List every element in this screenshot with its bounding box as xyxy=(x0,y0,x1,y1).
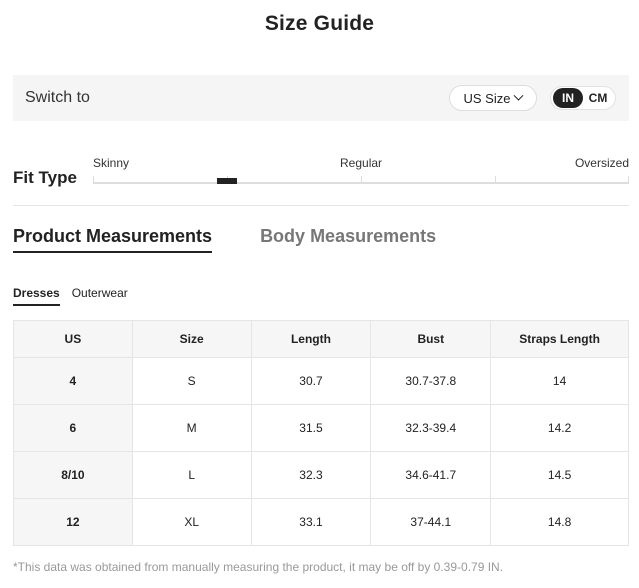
fit-scale-labels: Skinny Regular Oversized xyxy=(93,156,629,172)
fit-scale-tick xyxy=(495,176,496,184)
table-row: 6 M 31.5 32.3-39.4 14.2 xyxy=(13,404,629,452)
table-row: 12 XL 33.1 37-44.1 14.8 xyxy=(13,498,629,546)
unit-in-button[interactable]: IN xyxy=(553,88,583,108)
tab-body-measurements[interactable]: Body Measurements xyxy=(260,226,436,253)
column-header: US xyxy=(13,320,133,358)
fit-option-skinny: Skinny xyxy=(93,156,130,170)
table-cell: 14 xyxy=(490,357,629,405)
column-header: Bust xyxy=(370,320,492,358)
tab-product-measurements[interactable]: Product Measurements xyxy=(13,226,213,253)
column-header: Straps Length xyxy=(490,320,629,358)
measurement-footnote: *This data was obtained from manually me… xyxy=(13,560,504,574)
table-cell: 33.1 xyxy=(250,498,372,546)
category-tabs: Dresses Outerwear xyxy=(13,286,128,306)
table-cell: 12 xyxy=(13,498,133,546)
size-system-dropdown[interactable]: US Size xyxy=(449,85,537,111)
table-cell: 8/10 xyxy=(13,451,133,499)
fit-type-label: Fit Type xyxy=(13,168,77,187)
table-cell: M xyxy=(131,404,252,452)
column-header: Size xyxy=(131,320,252,358)
fit-scale-tick xyxy=(361,176,362,184)
table-cell: 30.7-37.8 xyxy=(370,357,492,405)
table-header-row: US Size Length Bust Straps Length xyxy=(13,320,629,358)
fit-scale-tick xyxy=(628,176,629,184)
fit-scale-tick xyxy=(93,176,94,184)
tab-dresses[interactable]: Dresses xyxy=(13,286,60,306)
size-system-value: US Size xyxy=(463,90,511,106)
table-cell: 31.5 xyxy=(250,404,372,452)
table-cell: 14.5 xyxy=(490,451,629,499)
table-cell: 32.3 xyxy=(250,451,372,499)
table-cell: 32.3-39.4 xyxy=(370,404,492,452)
fit-option-regular: Regular xyxy=(340,156,383,170)
table-cell: 14.8 xyxy=(490,498,629,546)
table-cell: 30.7 xyxy=(250,357,372,405)
table-cell: XL xyxy=(131,498,252,546)
switch-label: Switch to xyxy=(25,89,90,106)
section-divider xyxy=(13,205,629,206)
table-cell: S xyxy=(131,357,252,405)
tab-outerwear[interactable]: Outerwear xyxy=(72,286,128,306)
fit-option-oversized: Oversized xyxy=(574,156,629,170)
table-row: 8/10 L 32.3 34.6-41.7 14.5 xyxy=(13,451,629,499)
table-cell: 37-44.1 xyxy=(370,498,492,546)
unit-switch-bar: Switch to US Size IN CM xyxy=(13,75,629,121)
table-cell: 34.6-41.7 xyxy=(370,451,492,499)
unit-cm-button[interactable]: CM xyxy=(583,88,613,108)
size-table: US Size Length Bust Straps Length 4 S 30… xyxy=(13,320,629,546)
measurement-tabs: Product Measurements Body Measurements xyxy=(13,226,436,253)
table-row: 4 S 30.7 30.7-37.8 14 xyxy=(13,357,629,405)
column-header: Length xyxy=(250,320,372,358)
table-cell: 14.2 xyxy=(490,404,629,452)
table-cell: L xyxy=(131,451,252,499)
unit-toggle[interactable]: IN CM xyxy=(550,86,616,110)
fit-indicator xyxy=(217,178,237,184)
chevron-down-icon xyxy=(514,90,524,101)
page-title: Size Guide xyxy=(264,12,375,35)
table-cell: 6 xyxy=(13,404,133,452)
table-cell: 4 xyxy=(13,357,133,405)
